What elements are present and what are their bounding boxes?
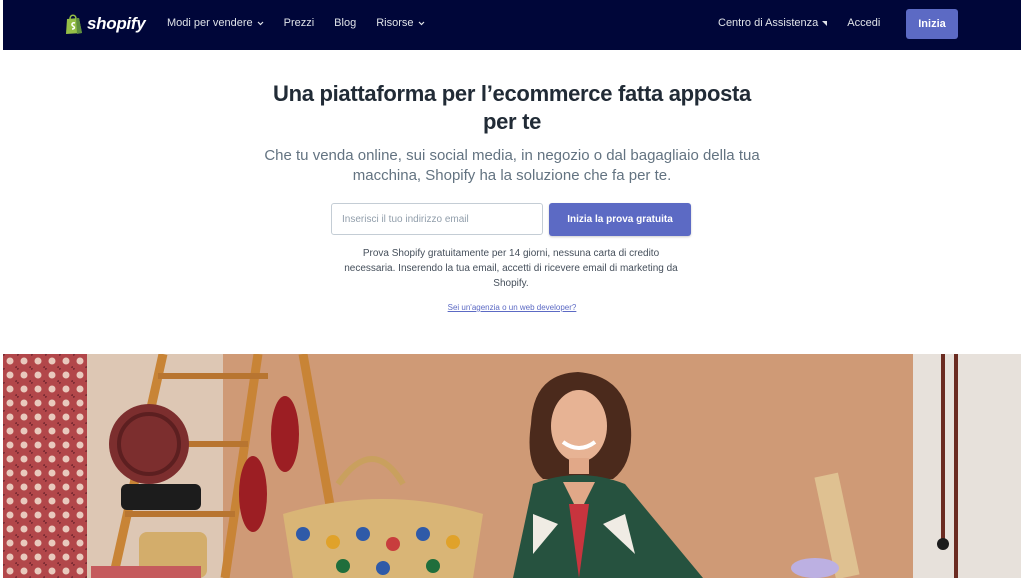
nav-item-modi-per-vendere[interactable]: Modi per vendere xyxy=(167,17,264,29)
help-center-label: Centro di Assistenza xyxy=(718,17,819,29)
hero-photo-illustration xyxy=(3,354,1021,578)
external-link-icon xyxy=(822,20,828,26)
nav-item-label: Modi per vendere xyxy=(167,17,253,29)
nav-item-label: Risorse xyxy=(376,17,414,29)
hero-photo xyxy=(3,354,1021,578)
nav-item-label: Prezzi xyxy=(283,17,315,29)
nav-item-risorse[interactable]: Risorse xyxy=(376,17,424,29)
main-menu: Modi per vendere Prezzi Blog Risorse xyxy=(167,17,445,29)
nav-item-prezzi[interactable]: Prezzi xyxy=(284,17,315,29)
login-link[interactable]: Accedi xyxy=(847,17,880,29)
shopify-logo[interactable]: shopify xyxy=(65,12,146,36)
login-label: Accedi xyxy=(847,17,881,29)
chevron-down-icon xyxy=(418,21,424,25)
secondary-menu: Centro di Assistenza Accedi xyxy=(718,17,900,29)
agency-developer-link[interactable]: Sei un'agenzia o un web developer? xyxy=(412,303,612,312)
top-navigation: shopify Modi per vendere Prezzi Blog Ris… xyxy=(3,0,1021,50)
help-center-link[interactable]: Centro di Assistenza xyxy=(718,17,828,29)
hero-subtitle: Che tu venda online, sui social media, i… xyxy=(264,147,760,184)
logo-text: shopify xyxy=(87,14,146,33)
hero-title: Una piattaforma per l’ecommerce fatta ap… xyxy=(273,81,751,134)
trial-disclaimer: Prova Shopify gratuitamente per 14 giorn… xyxy=(344,248,678,289)
chevron-down-icon xyxy=(257,21,264,25)
nav-item-label: Blog xyxy=(334,17,357,29)
nav-item-blog[interactable]: Blog xyxy=(334,17,356,29)
free-trial-button[interactable]: Inizia la prova gratuita xyxy=(549,203,691,236)
email-input[interactable] xyxy=(331,203,543,235)
start-button[interactable]: Inizia xyxy=(906,9,958,39)
shopping-bag-icon xyxy=(66,14,82,34)
